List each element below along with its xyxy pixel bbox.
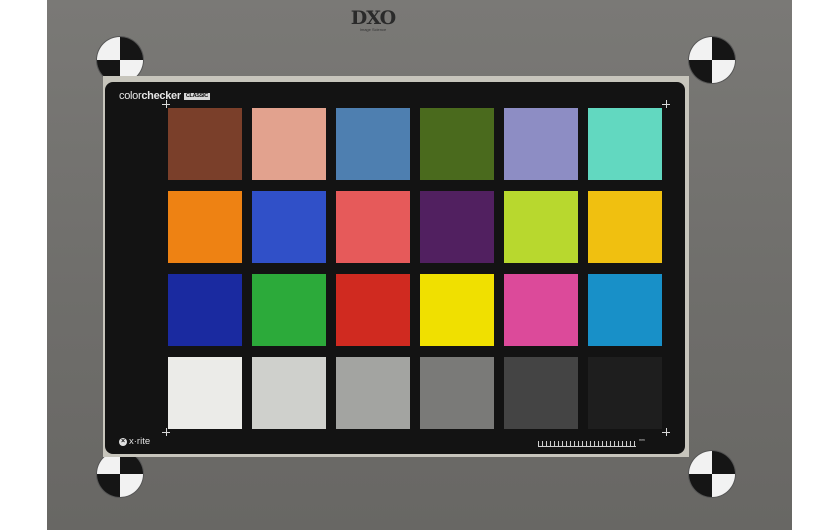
patch-blue-flower — [504, 108, 578, 180]
patch-purplish-blue — [252, 191, 326, 263]
patch-magenta — [504, 274, 578, 346]
scale-ruler — [538, 438, 636, 447]
patch-yellow-green — [504, 191, 578, 263]
patch-red — [336, 274, 410, 346]
patch-moderate-red — [336, 191, 410, 263]
patch-bluish-green — [588, 108, 662, 180]
patch-blue — [168, 274, 242, 346]
patch-yellow — [420, 274, 494, 346]
logo-text: DXO — [350, 7, 396, 29]
patch-black — [588, 357, 662, 429]
patch-orange-yellow — [588, 191, 662, 263]
patch-white — [168, 357, 242, 429]
patch-dark-skin — [168, 108, 242, 180]
color-patch-grid — [105, 82, 685, 454]
xrite-logo: × x·rite — [119, 436, 150, 447]
colorchecker-card: colorchecker CLASSIC × x·rite mm — [105, 82, 685, 454]
ruler-label: mm — [639, 438, 645, 442]
registration-target-top-right — [689, 37, 735, 83]
xrite-icon: × — [119, 437, 127, 446]
patch-neutral-6-5 — [336, 357, 410, 429]
patch-orange — [168, 191, 242, 263]
registration-target-bottom-left — [97, 451, 143, 497]
patch-green — [252, 274, 326, 346]
patch-purple — [420, 191, 494, 263]
patch-blue-sky — [336, 108, 410, 180]
patch-neutral-5 — [420, 357, 494, 429]
patch-neutral-3-5 — [504, 357, 578, 429]
patch-neutral-8 — [252, 357, 326, 429]
patch-light-skin — [252, 108, 326, 180]
xrite-text: x·rite — [129, 436, 151, 447]
registration-target-bottom-right — [689, 451, 735, 497]
patch-foliage — [420, 108, 494, 180]
dxo-logo: DXO Image Science — [348, 8, 398, 32]
patch-cyan — [588, 274, 662, 346]
